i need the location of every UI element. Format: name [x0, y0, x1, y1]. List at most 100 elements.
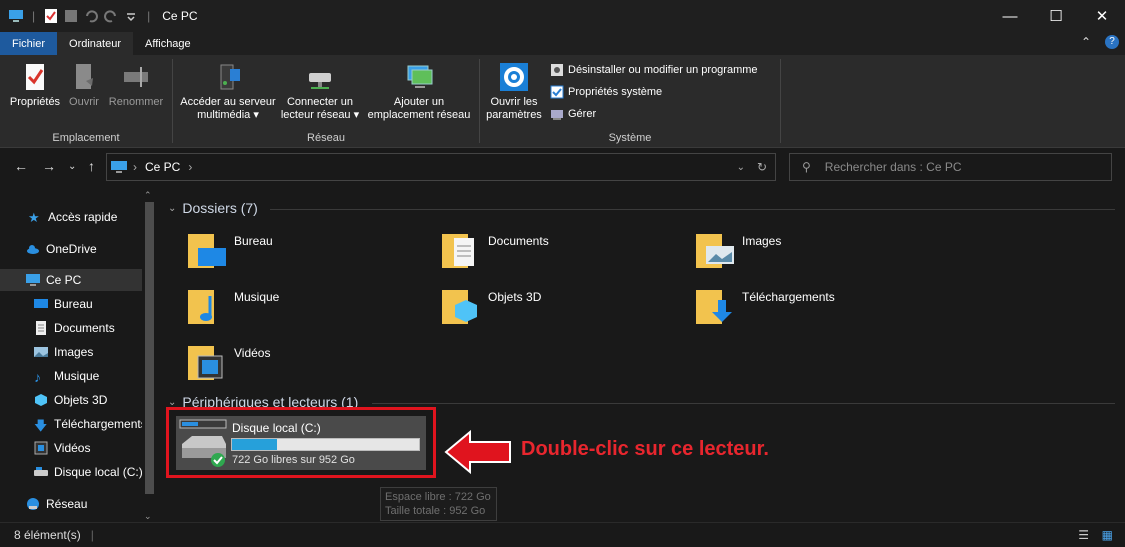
folder-item-3d-objects[interactable]: Objets 3D — [440, 286, 541, 328]
search-icon: ⚲ — [802, 160, 811, 174]
computer-icon — [9, 10, 23, 22]
properties-icon[interactable] — [43, 8, 59, 24]
back-button[interactable]: ← — [14, 158, 28, 174]
recent-locations-chevron-icon[interactable]: ⌄ — [68, 161, 76, 172]
breadcrumb-chevron-icon[interactable]: › — [133, 160, 137, 174]
add-network-location-button[interactable]: Ajouter un emplacement réseau — [363, 61, 475, 122]
ribbon: Propriétés Ouvrir Renommer Emplacement A… — [0, 55, 1125, 148]
folder-item-videos[interactable]: Vidéos — [186, 342, 270, 384]
video-icon — [34, 441, 48, 455]
download-arrow-icon: 🡇 — [34, 418, 48, 433]
scrollbar-thumb[interactable] — [145, 202, 154, 494]
dropdown-arrow-icon: ▾ — [350, 109, 360, 121]
nav-videos[interactable]: Vidéos — [0, 437, 142, 459]
large-icons-view-icon[interactable]: ▦ — [1102, 528, 1113, 542]
tab-view[interactable]: Affichage — [133, 32, 203, 55]
search-box[interactable]: ⚲ Rechercher dans : Ce PC — [789, 153, 1112, 181]
annotation-text: Double-clic sur ce lecteur. — [521, 438, 769, 460]
nav-3d-objects[interactable]: Objets 3D — [0, 389, 142, 411]
breadcrumb-this-pc[interactable]: Ce PC — [145, 160, 180, 174]
folders-section-header[interactable]: ⌄ Dossiers (7) — [168, 200, 258, 216]
folder-item-music[interactable]: Musique — [186, 286, 279, 328]
undo-icon[interactable] — [83, 8, 99, 24]
address-dropdown-icon[interactable]: ⌄ — [737, 162, 745, 173]
gear-icon — [500, 63, 528, 91]
tab-file[interactable]: Fichier — [0, 32, 58, 55]
separator: | — [147, 9, 151, 23]
properties-button[interactable]: Propriétés — [8, 61, 62, 109]
up-button[interactable]: ↑ — [88, 158, 95, 174]
refresh-icon[interactable]: ↻ — [757, 160, 767, 174]
window-title: Ce PC — [162, 9, 198, 23]
nav-downloads[interactable]: 🡇 Téléchargements — [0, 413, 142, 435]
document-icon — [36, 321, 46, 335]
new-folder-icon[interactable] — [63, 8, 79, 24]
network-drive-icon — [309, 73, 331, 89]
annotation-highlight-box — [166, 407, 436, 478]
manage-button[interactable]: Gérer — [550, 107, 596, 121]
folder-documents-icon — [442, 234, 474, 268]
help-icon[interactable]: ? — [1105, 35, 1119, 49]
drive-icon — [34, 467, 48, 476]
group-location: Propriétés Ouvrir Renommer Emplacement — [0, 55, 172, 148]
address-row: ← → ⌄ ↑ › Ce PC › ⌄ ↻ ⚲ Rechercher dans … — [0, 149, 1125, 185]
nav-documents[interactable]: Documents — [0, 317, 142, 339]
title-bar: | | Ce PC — ☐ ✕ — [0, 0, 1125, 32]
folder-3d-objects-icon — [442, 290, 477, 324]
redo-icon[interactable] — [103, 8, 119, 24]
folder-item-desktop[interactable]: Bureau — [186, 230, 273, 272]
open-button[interactable]: Ouvrir — [66, 61, 102, 109]
nav-this-pc[interactable]: Ce PC — [0, 269, 142, 291]
search-input[interactable]: Rechercher dans : Ce PC — [825, 160, 962, 174]
separator: | — [90, 528, 94, 542]
group-label: Emplacement — [52, 132, 120, 144]
folder-music-icon — [188, 290, 214, 324]
forward-button[interactable]: → — [42, 158, 56, 174]
details-view-icon[interactable]: ☰ — [1078, 528, 1089, 542]
media-server-button[interactable]: Accéder au serveur multimédia ▾ — [177, 61, 279, 122]
open-settings-button[interactable]: Ouvrir les paramètres — [484, 61, 544, 122]
cloud-icon — [27, 245, 39, 254]
folder-item-downloads[interactable]: Téléchargements — [694, 286, 835, 328]
properties-icon — [26, 64, 44, 90]
nav-local-disk[interactable]: Disque local (C:) — [0, 461, 142, 483]
rename-icon — [124, 67, 148, 87]
separator: | — [32, 9, 36, 23]
system-properties-button[interactable]: Propriétés système — [550, 85, 662, 99]
pictures-icon — [34, 347, 48, 357]
folder-videos-icon — [188, 346, 223, 380]
nav-quick-access[interactable]: ★ Accès rapide — [0, 206, 142, 228]
computer-icon — [111, 161, 127, 173]
nav-scrollbar[interactable]: ⌃ ⌄ — [142, 190, 156, 522]
tab-computer[interactable]: Ordinateur — [57, 32, 133, 55]
star-icon: ★ — [28, 210, 40, 225]
customize-quick-access-icon[interactable] — [123, 8, 139, 24]
navigation-pane: ★ Accès rapide OneDrive Ce PC Bureau Doc… — [0, 190, 158, 522]
address-bar[interactable]: › Ce PC › ⌄ ↻ — [106, 153, 776, 181]
uninstall-program-button[interactable]: Désinstaller ou modifier un programme — [550, 63, 758, 77]
music-icon: ♪ — [34, 369, 41, 385]
breadcrumb-chevron-icon[interactable]: › — [188, 160, 192, 174]
uninstall-icon — [551, 64, 563, 76]
chevron-down-icon: ⌄ — [168, 202, 177, 214]
scroll-down-icon[interactable]: ⌄ — [144, 511, 152, 522]
item-count: 8 élément(s) — [14, 528, 81, 542]
map-network-drive-button[interactable]: Connecter un lecteur réseau ▾ — [279, 61, 361, 122]
folder-item-pictures[interactable]: Images — [694, 230, 781, 272]
window-controls: — ☐ ✕ — [987, 0, 1125, 32]
nav-desktop[interactable]: Bureau — [0, 293, 142, 315]
collapse-ribbon-icon[interactable]: ⌃ — [1081, 35, 1091, 49]
scroll-up-icon[interactable]: ⌃ — [144, 190, 152, 201]
computer-icon — [26, 274, 40, 286]
minimize-button[interactable]: — — [987, 0, 1033, 32]
close-button[interactable]: ✕ — [1079, 0, 1125, 32]
rename-button[interactable]: Renommer — [107, 61, 165, 109]
nav-pictures[interactable]: Images — [0, 341, 142, 363]
nav-network[interactable]: Réseau — [0, 493, 142, 515]
maximize-button[interactable]: ☐ — [1033, 0, 1079, 32]
group-separator — [780, 59, 781, 143]
nav-music[interactable]: ♪ Musique — [0, 365, 142, 387]
folder-item-documents[interactable]: Documents — [440, 230, 549, 272]
open-icon — [76, 64, 93, 89]
nav-onedrive[interactable]: OneDrive — [0, 238, 142, 260]
